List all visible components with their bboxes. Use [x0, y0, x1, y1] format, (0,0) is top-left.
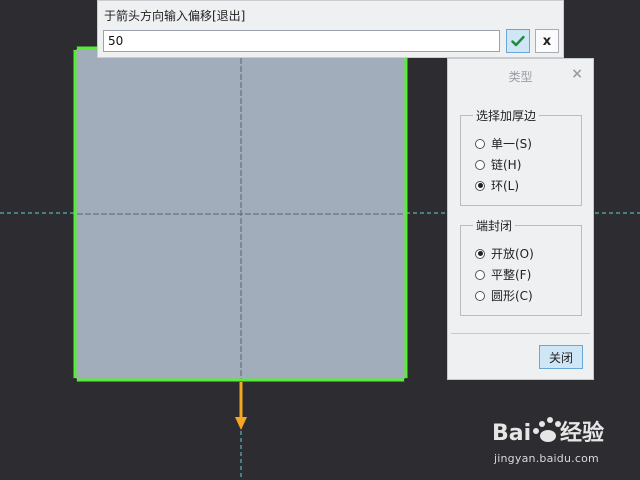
dialog-separator — [451, 333, 590, 334]
radio-option-open[interactable]: 开放(O) — [475, 245, 534, 262]
type-dialog: 类型 × 选择加厚边 单一(S) 链(H) 环(L) 端封闭 开放(O) 平整(… — [447, 58, 594, 380]
radio-option-single[interactable]: 单一(S) — [475, 135, 532, 152]
radio-label: 平整(F) — [491, 268, 532, 282]
svg-text:Bai: Bai — [492, 421, 531, 446]
close-icon[interactable]: × — [571, 66, 583, 82]
confirm-button[interactable] — [506, 29, 530, 53]
radio-label: 环(L) — [491, 179, 520, 193]
radio-label: 开放(O) — [491, 247, 534, 261]
corner-vertex — [404, 378, 408, 382]
thicken-edge-group-title: 选择加厚边 — [473, 107, 540, 124]
end-cap-group: 端封闭 开放(O) 平整(F) 圆形(C) — [460, 217, 582, 316]
radio-button-selected[interactable] — [475, 180, 485, 191]
close-dialog-button[interactable]: 关闭 — [539, 345, 583, 369]
radio-label: 单一(S) — [491, 137, 532, 151]
corner-vertex — [73, 46, 77, 50]
radio-option-chain[interactable]: 链(H) — [475, 156, 521, 173]
radio-label: 链(H) — [491, 158, 522, 172]
radio-button[interactable] — [475, 269, 485, 280]
offset-input-bar: 于箭头方向输入偏移[退出] x — [97, 0, 564, 58]
watermark: Bai 经验 jingyan.baidu.com — [490, 410, 610, 468]
radio-button[interactable] — [475, 138, 485, 149]
dialog-title-bar[interactable]: 类型 × — [448, 59, 593, 91]
svg-text:经验: 经验 — [560, 420, 604, 446]
radio-button[interactable] — [475, 290, 485, 301]
radio-option-loop[interactable]: 环(L) — [475, 177, 519, 194]
radio-button[interactable] — [475, 159, 485, 170]
corner-vertex — [73, 378, 77, 382]
cancel-button[interactable]: x — [535, 29, 559, 53]
radio-label: 圆形(C) — [491, 289, 533, 303]
offset-direction-arrow-icon[interactable] — [235, 382, 247, 430]
radio-button-selected[interactable] — [475, 248, 485, 259]
radio-option-round[interactable]: 圆形(C) — [475, 287, 533, 304]
watermark-url: jingyan.baidu.com — [494, 452, 599, 465]
check-icon — [511, 35, 525, 47]
offset-prompt-label: 于箭头方向输入偏移[退出] — [104, 9, 246, 23]
thicken-edge-group: 选择加厚边 单一(S) 链(H) 环(L) — [460, 107, 582, 206]
offset-value-input[interactable] — [103, 30, 500, 52]
end-cap-group-title: 端封闭 — [473, 217, 516, 234]
radio-option-flat[interactable]: 平整(F) — [475, 266, 531, 283]
baidu-logo-icon: Bai 经验 — [492, 417, 604, 446]
